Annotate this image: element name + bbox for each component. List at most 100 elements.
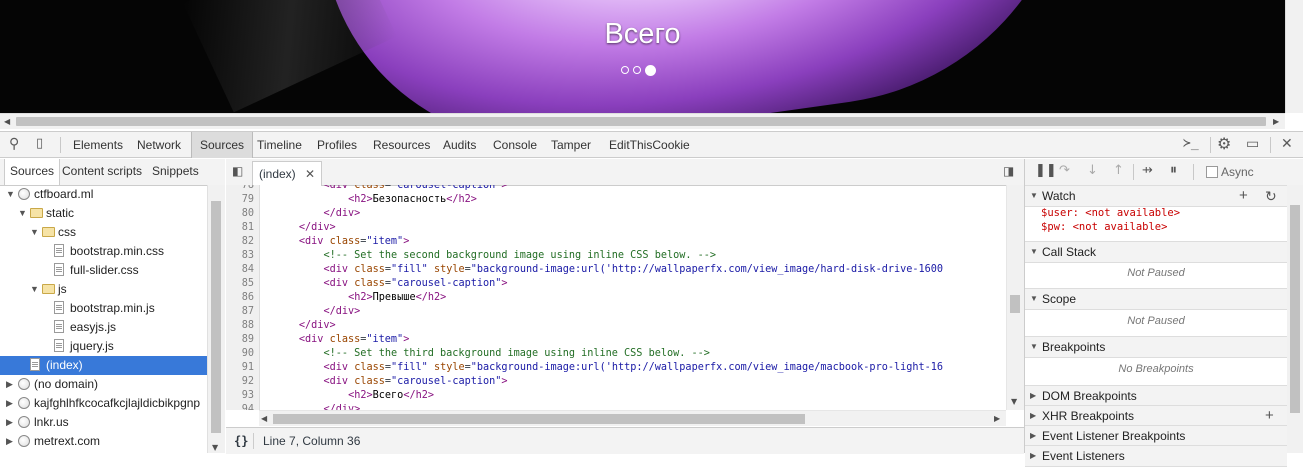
- code-line[interactable]: 91 <div class="fill" style="background-im…: [226, 361, 1006, 375]
- line-number[interactable]: 83: [226, 249, 254, 263]
- editor-vertical-scrollbar[interactable]: ▼: [1006, 185, 1024, 410]
- xhr-breakpoints-pane-header[interactable]: ▶ XHR Breakpoints +: [1025, 405, 1287, 427]
- line-number[interactable]: 88: [226, 319, 254, 333]
- code-line[interactable]: 94 </div>: [226, 403, 1006, 410]
- tree-item[interactable]: full-slider.css: [0, 261, 207, 280]
- tab-tamper[interactable]: Tamper: [543, 132, 599, 158]
- pause-on-exceptions-icon[interactable]: ⏸: [1170, 162, 1177, 178]
- dom-breakpoints-pane-header[interactable]: ▶ DOM Breakpoints: [1025, 385, 1287, 407]
- tab-console[interactable]: Console: [485, 132, 545, 158]
- tree-item[interactable]: ▼ static: [0, 204, 207, 223]
- deactivate-breakpoints-icon[interactable]: ⇸: [1142, 163, 1153, 178]
- collapsed-triangle-icon[interactable]: ▶: [6, 394, 13, 413]
- console-drawer-icon[interactable]: ≻_: [1183, 136, 1199, 151]
- line-number[interactable]: 90: [226, 347, 254, 361]
- refresh-watch-icon[interactable]: ↻: [1265, 186, 1277, 206]
- toggle-navigator-icon[interactable]: ◧: [232, 164, 243, 178]
- navigator-scrollbar[interactable]: ▼: [207, 185, 225, 453]
- carousel-dot-1[interactable]: [621, 66, 629, 74]
- scroll-right-arrow-icon[interactable]: ▶: [994, 414, 1000, 423]
- device-mode-icon[interactable]: ▯: [36, 136, 43, 151]
- scrollbar-thumb[interactable]: [1290, 205, 1300, 413]
- code-line[interactable]: 87 </div>: [226, 305, 1006, 319]
- carousel-dot-3[interactable]: [645, 65, 656, 76]
- scrollbar-thumb[interactable]: [273, 414, 805, 424]
- tree-item[interactable]: ▼ js: [0, 280, 207, 299]
- tree-item[interactable]: bootstrap.min.js: [0, 299, 207, 318]
- sidebar-scrollbar[interactable]: [1287, 185, 1303, 453]
- scroll-right-arrow-icon[interactable]: ▶: [1273, 117, 1279, 126]
- code-line[interactable]: 92 <div class="carousel-caption">: [226, 375, 1006, 389]
- carousel-dot-2[interactable]: [633, 66, 641, 74]
- dock-side-icon[interactable]: ▭: [1246, 136, 1259, 152]
- tree-item[interactable]: ▶ kajfghlhfkcocafkcjlajldicbikpgnp: [0, 394, 207, 413]
- scroll-left-arrow-icon[interactable]: ◀: [261, 414, 267, 423]
- tree-item[interactable]: jquery.js: [0, 337, 207, 356]
- code-view[interactable]: 78 <div class="carousel-caption"> 79 <h2>Бе…: [226, 185, 1006, 410]
- tree-item[interactable]: ▶ (no domain): [0, 375, 207, 394]
- code-line[interactable]: 79 <h2>Безопасность</h2>: [226, 193, 1006, 207]
- code-line[interactable]: 82 <div class="item">: [226, 235, 1006, 249]
- tree-item[interactable]: ▶ lnkr.us: [0, 413, 207, 432]
- line-number[interactable]: 89: [226, 333, 254, 347]
- scrollbar-thumb[interactable]: [16, 117, 1266, 126]
- tree-item[interactable]: ▼ ctfboard.ml: [0, 185, 207, 204]
- code-line[interactable]: 89 <div class="item">: [226, 333, 1006, 347]
- line-number[interactable]: 84: [226, 263, 254, 277]
- scrollbar-thumb[interactable]: [211, 201, 221, 433]
- line-number[interactable]: 91: [226, 361, 254, 375]
- editor-tab-index[interactable]: (index) ✕: [252, 161, 323, 186]
- tree-item[interactable]: ▶ metrext.com: [0, 432, 207, 451]
- tree-item[interactable]: easyjs.js: [0, 318, 207, 337]
- tab-audits[interactable]: Audits: [435, 132, 484, 158]
- line-number[interactable]: 78: [226, 185, 254, 193]
- collapsed-triangle-icon[interactable]: ▶: [6, 375, 13, 394]
- line-number[interactable]: 82: [226, 235, 254, 249]
- toggle-debugger-icon[interactable]: ◨: [1003, 164, 1014, 178]
- code-line[interactable]: 81 </div>: [226, 221, 1006, 235]
- line-number[interactable]: 85: [226, 277, 254, 291]
- code-line[interactable]: 90 <!-- Set the third background image us…: [226, 347, 1006, 361]
- tab-sources-nav[interactable]: Sources: [4, 159, 61, 185]
- preview-vertical-scrollbar[interactable]: [1285, 0, 1303, 113]
- line-number[interactable]: 92: [226, 375, 254, 389]
- scroll-down-arrow-icon[interactable]: ▼: [1011, 397, 1017, 406]
- add-xhr-breakpoint-icon[interactable]: +: [1265, 406, 1274, 426]
- expanded-triangle-icon[interactable]: ▼: [30, 280, 39, 299]
- preview-horizontal-scrollbar[interactable]: ◀ ▶: [0, 113, 1285, 129]
- settings-gear-icon[interactable]: ⚙: [1217, 134, 1231, 153]
- async-checkbox[interactable]: [1206, 166, 1218, 178]
- scroll-left-arrow-icon[interactable]: ◀: [4, 117, 10, 126]
- code-line[interactable]: 80 </div>: [226, 207, 1006, 221]
- tab-timeline[interactable]: Timeline: [249, 132, 310, 158]
- watch-pane-header[interactable]: ▼ Watch + ↻: [1025, 185, 1287, 207]
- scope-pane-header[interactable]: ▼ Scope: [1025, 288, 1287, 310]
- tree-item[interactable]: bootstrap.min.css: [0, 242, 207, 261]
- tab-elements[interactable]: Elements: [65, 132, 131, 158]
- event-listener-breakpoints-pane-header[interactable]: ▶ Event Listener Breakpoints: [1025, 425, 1287, 447]
- pause-icon[interactable]: ❚❚: [1035, 163, 1057, 178]
- tab-network[interactable]: Network: [129, 132, 189, 158]
- line-number[interactable]: 81: [226, 221, 254, 235]
- breakpoints-pane-header[interactable]: ▼ Breakpoints: [1025, 336, 1287, 358]
- call-stack-pane-header[interactable]: ▼ Call Stack: [1025, 241, 1287, 263]
- scrollbar-thumb[interactable]: [1010, 295, 1020, 313]
- tree-item[interactable]: (index): [0, 356, 207, 375]
- close-devtools-icon[interactable]: ✕: [1281, 136, 1293, 152]
- line-number[interactable]: 79: [226, 193, 254, 207]
- editor-horizontal-scrollbar[interactable]: ◀ ▶: [259, 410, 1006, 426]
- code-line[interactable]: 88 </div>: [226, 319, 1006, 333]
- code-line[interactable]: 86 <h2>Превыше</h2>: [226, 291, 1006, 305]
- line-number[interactable]: 80: [226, 207, 254, 221]
- code-line[interactable]: 85 <div class="carousel-caption">: [226, 277, 1006, 291]
- pretty-print-icon[interactable]: {}: [234, 428, 248, 454]
- tab-profiles[interactable]: Profiles: [309, 132, 365, 158]
- expanded-triangle-icon[interactable]: ▼: [6, 185, 15, 204]
- tab-resources[interactable]: Resources: [365, 132, 438, 158]
- close-tab-icon[interactable]: ✕: [305, 167, 315, 181]
- tab-snippets[interactable]: Snippets: [147, 159, 204, 184]
- scroll-down-arrow-icon[interactable]: ▼: [212, 443, 218, 452]
- tab-sources[interactable]: Sources: [191, 132, 254, 158]
- code-line[interactable]: 78 <div class="carousel-caption">: [226, 185, 1006, 193]
- tree-item[interactable]: ▼ css: [0, 223, 207, 242]
